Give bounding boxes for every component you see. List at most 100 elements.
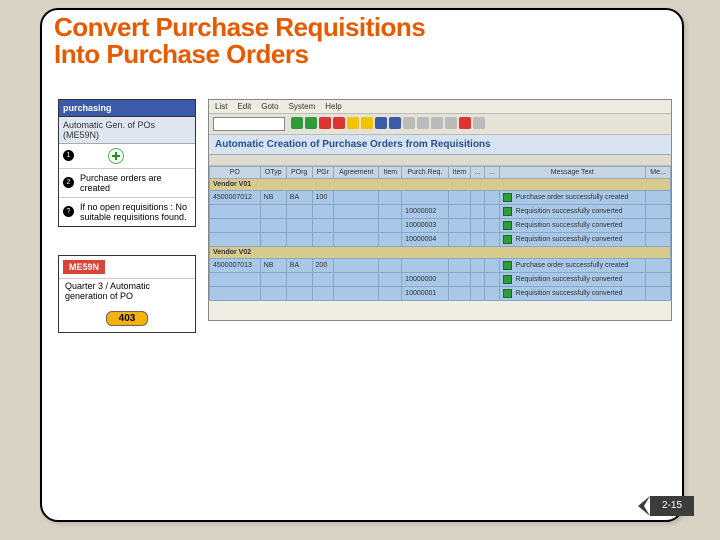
procedure-step: 1	[59, 144, 195, 168]
menu-item[interactable]: Goto	[261, 102, 278, 111]
grid-cell	[333, 218, 378, 232]
step-number-icon: ?	[63, 206, 74, 217]
grid-cell	[210, 286, 261, 300]
toolbar-icon[interactable]	[459, 117, 471, 129]
reference-card: ME59N Quarter 3 / Automatic generation o…	[58, 255, 196, 333]
grid-cell	[448, 190, 471, 204]
grid-cell	[448, 272, 471, 286]
grid-column-header: Agreement	[333, 166, 378, 178]
grid-cell	[471, 218, 485, 232]
grid-cell	[379, 272, 402, 286]
grid-cell: BA	[286, 258, 312, 272]
menu-item[interactable]: List	[215, 102, 227, 111]
grid-cell	[210, 204, 261, 218]
procedure-card-sub: Automatic Gen. of POs (ME59N)	[59, 117, 195, 144]
toolbar-icon[interactable]	[333, 117, 345, 129]
grid-cell	[646, 286, 671, 300]
toolbar-icon[interactable]	[389, 117, 401, 129]
sap-app-toolbar	[209, 155, 671, 166]
success-status-icon	[503, 207, 512, 216]
step-number-icon: 2	[63, 177, 74, 188]
info-status-icon	[503, 193, 512, 202]
grid-cell	[485, 218, 499, 232]
grid-column-header: POrg	[286, 166, 312, 178]
grid-column-header: Item	[448, 166, 471, 178]
toolbar-icon[interactable]	[403, 117, 415, 129]
grid-cell	[646, 204, 671, 218]
message-cell: Requisition successfully converted	[499, 204, 645, 218]
grid-cell	[471, 272, 485, 286]
toolbar-icon[interactable]	[473, 117, 485, 129]
grid-cell	[333, 286, 378, 300]
reference-desc: Quarter 3 / Automatic generation of PO	[59, 278, 195, 307]
grid-cell	[210, 218, 261, 232]
grid-cell	[379, 232, 402, 246]
grid-cell	[485, 190, 499, 204]
toolbar-icon[interactable]	[417, 117, 429, 129]
toolbar-icon[interactable]	[347, 117, 359, 129]
grid-cell	[646, 272, 671, 286]
procedure-card-header: purchasing	[59, 100, 195, 117]
grid-column-header: PGr	[312, 166, 333, 178]
grid-cell	[646, 218, 671, 232]
grid-cell: 10000001	[402, 286, 448, 300]
command-field[interactable]	[213, 117, 285, 131]
toolbar-icon[interactable]	[305, 117, 317, 129]
grid-cell: NB	[260, 190, 286, 204]
grid-cell	[402, 190, 448, 204]
grid-column-header: Purch.Req.	[402, 166, 448, 178]
toolbar-icon[interactable]	[319, 117, 331, 129]
toolbar-icon[interactable]	[361, 117, 373, 129]
grid-cell	[471, 204, 485, 218]
grid-cell	[646, 258, 671, 272]
grid-cell	[260, 286, 286, 300]
toolbar-icon[interactable]	[431, 117, 443, 129]
grid-cell	[485, 204, 499, 218]
grid-cell: 10000004	[402, 232, 448, 246]
step-number-icon: 1	[63, 150, 74, 161]
grid-cell	[286, 232, 312, 246]
message-cell: Requisition successfully converted	[499, 218, 645, 232]
toolbar-icon[interactable]	[445, 117, 457, 129]
grid-cell	[333, 190, 378, 204]
grid-cell	[312, 232, 333, 246]
grid-row: 10000001 Requisition successfully convert…	[210, 286, 671, 300]
grid-cell	[210, 272, 261, 286]
grid-cell	[646, 190, 671, 204]
grid-cell	[286, 286, 312, 300]
grid-cell	[448, 286, 471, 300]
tcode-tag: ME59N	[63, 260, 105, 274]
grid-column-header: Me...	[646, 166, 671, 178]
grid-column-header: PO	[210, 166, 261, 178]
toolbar-icon[interactable]	[291, 117, 303, 129]
grid-cell	[471, 258, 485, 272]
grid-cell	[379, 286, 402, 300]
title-line-1: Convert Purchase Requisitions	[54, 12, 425, 42]
grid-cell	[646, 232, 671, 246]
toolbar-icon[interactable]	[375, 117, 387, 129]
grid-cell	[260, 272, 286, 286]
grid-column-header: ...	[471, 166, 485, 178]
grid-cell: 10000002	[402, 204, 448, 218]
sap-toolbar	[209, 114, 671, 135]
grid-row: 10000003Requisition successfully convert…	[210, 218, 671, 232]
message-cell: Purchase order successfully created	[499, 258, 645, 272]
step-text: Purchase orders are created	[80, 173, 191, 193]
grid-cell	[471, 232, 485, 246]
grid-column-header: Message Text	[499, 166, 645, 178]
grid-cell: 100	[312, 190, 333, 204]
message-cell: Requisition successfully converted	[499, 232, 645, 246]
message-cell: Requisition successfully converted	[499, 272, 645, 286]
grid-cell	[260, 218, 286, 232]
menu-item[interactable]: Help	[325, 102, 341, 111]
grid-cell	[312, 272, 333, 286]
grid-cell: 10000000	[402, 272, 448, 286]
grid-cell	[379, 258, 402, 272]
sap-menubar: List Edit Goto System Help	[209, 100, 671, 114]
grid-cell	[312, 286, 333, 300]
menu-item[interactable]: Edit	[237, 102, 251, 111]
grid-cell	[333, 272, 378, 286]
message-text: Requisition successfully converted	[516, 290, 623, 297]
menu-item[interactable]: System	[289, 102, 316, 111]
message-text: Purchase order successfully created	[516, 194, 629, 201]
